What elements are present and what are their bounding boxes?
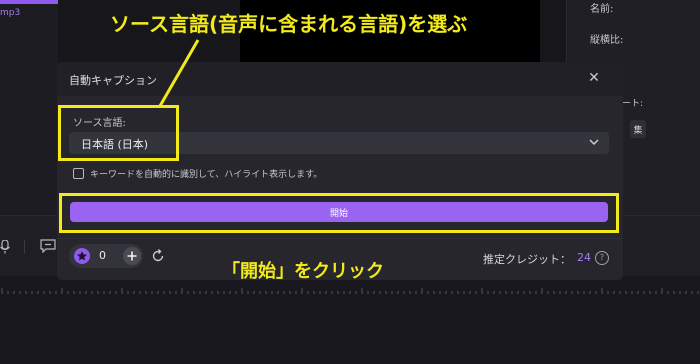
property-edit-button[interactable]: 集 (630, 120, 646, 138)
credit-stepper: 0 (69, 244, 143, 268)
estimated-credit-label: 推定クレジット： (483, 253, 571, 266)
help-icon[interactable]: ? (595, 251, 609, 265)
dialog-footer-divider (57, 238, 623, 239)
dialog-title: 自動キャプション (69, 74, 157, 87)
keyword-highlight-checkbox[interactable] (73, 168, 84, 179)
add-icon[interactable] (123, 247, 141, 265)
annotation-select-language: ソース言語(音声に含まれる言語)を選ぶ (110, 12, 468, 36)
caption-icon[interactable] (40, 239, 56, 253)
property-rate-label: ート: (622, 99, 644, 109)
microphone-icon[interactable] (0, 240, 10, 254)
star-count: 0 (99, 249, 106, 262)
close-icon[interactable]: ✕ (586, 70, 602, 86)
property-aspect-label: 縦横比: (590, 35, 624, 46)
annotation-click-start: 「開始」をクリック (222, 261, 384, 282)
refresh-icon[interactable] (151, 249, 165, 263)
media-item-label[interactable]: mp3 (0, 8, 20, 18)
auto-caption-dialog: 自動キャプション ✕ ソース言語: 日本語 (日本) キーワードを自動的に識別し… (57, 62, 623, 280)
keyword-highlight-label: キーワードを自動的に識別して、ハイライト表示します。 (90, 170, 323, 180)
start-button-highlight (59, 193, 619, 233)
toolbar-divider (24, 240, 25, 254)
star-icon (74, 248, 90, 264)
timeline-ruler (1, 288, 699, 294)
active-media-indicator (0, 0, 58, 4)
property-name-label: 名前: (590, 4, 614, 15)
source-language-highlight (58, 105, 179, 161)
media-panel (0, 0, 58, 215)
estimated-credit-value: 24 (577, 251, 591, 264)
chevron-down-icon (589, 139, 599, 146)
